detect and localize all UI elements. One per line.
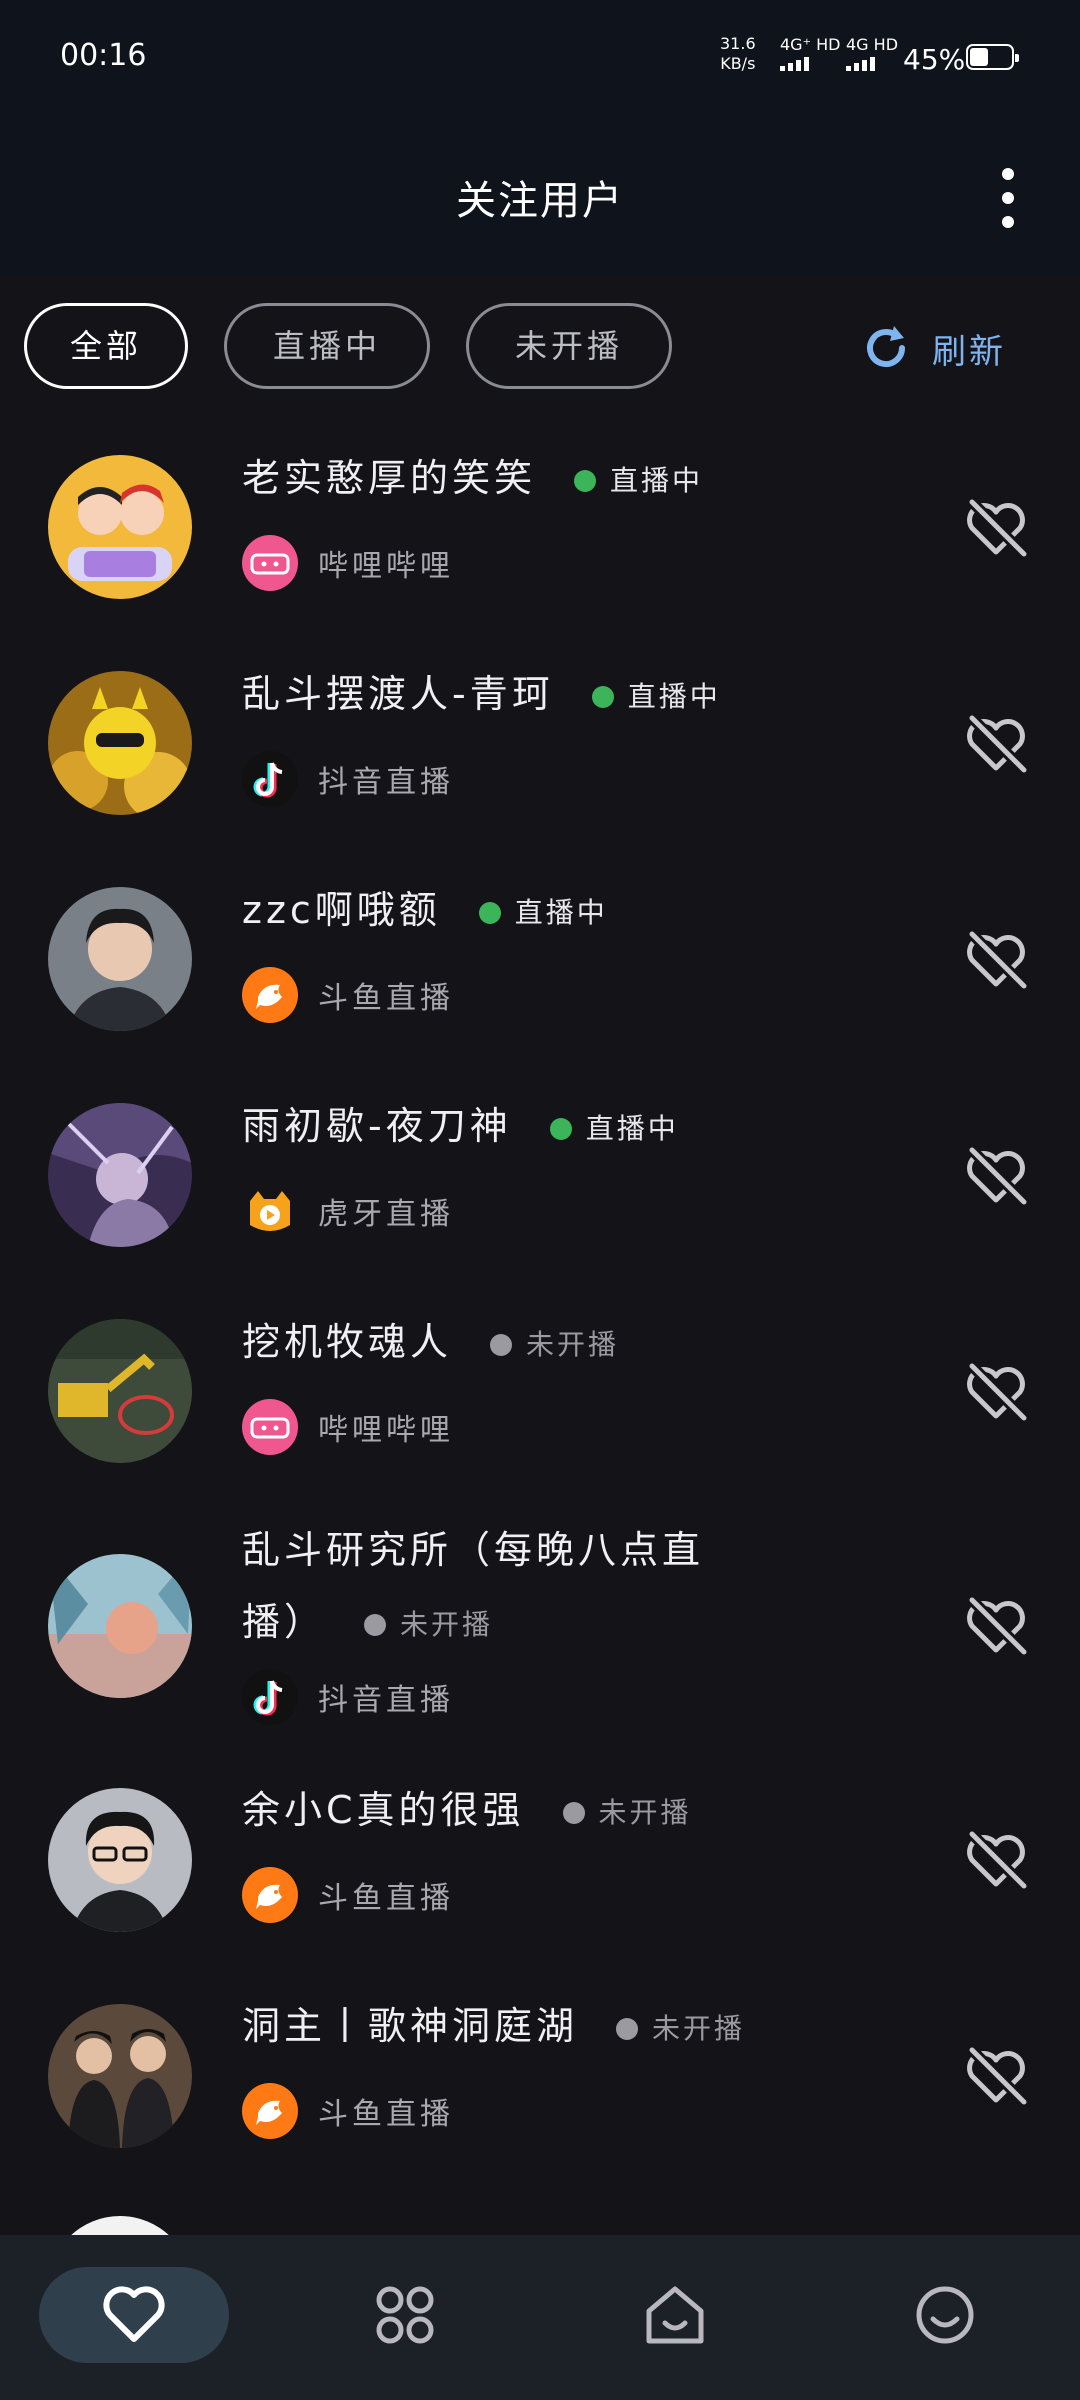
platform-info: 哔哩哔哩 [242,534,454,592]
platform-info: 哔哩哔哩 [242,1398,454,1456]
douyin-icon [242,751,298,807]
net-speed-value: 31.6 [720,34,756,53]
filter-offline-chip[interactable]: 未开播 [466,303,672,389]
unfollow-heart-icon[interactable] [960,2040,1032,2112]
apps-grid-icon [376,2286,434,2344]
list-item[interactable]: 雨初歇-夜刀神 直播中 虎牙直播 [0,1068,1080,1284]
status-time: 00:16 [60,38,147,73]
page-title: 关注用户 [456,178,624,224]
list-item[interactable]: 挖机牧魂人 未开播 哔哩哔哩 [0,1284,1080,1500]
bilibili-icon [242,535,298,591]
streamer-name: zzc啊哦额 直播中 [242,874,608,949]
sim2-signal: 4G HD [846,36,898,71]
bottom-navigation [0,2235,1080,2400]
nav-following[interactable] [39,2267,229,2363]
offline-dot-icon [616,2017,639,2040]
sim1-label: 4G⁺ HD [780,35,841,54]
sim1-signal: 4G⁺ HD [780,36,840,71]
status-badge: 未开播 [616,1993,745,2065]
douyu-icon [242,967,298,1023]
huya-icon [242,1183,298,1239]
net-speed-unit: KB/s [720,54,756,73]
heart-icon [103,2286,165,2342]
live-dot-icon [591,685,614,708]
nav-home[interactable] [580,2267,770,2363]
offline-dot-icon [562,1801,585,1824]
live-dot-icon [478,901,501,924]
unfollow-heart-icon[interactable] [960,1140,1032,1212]
sim2-label: 4G HD [846,35,899,54]
nav-profile[interactable] [850,2267,1040,2363]
unfollow-heart-icon[interactable] [960,1356,1032,1428]
offline-dot-icon [364,1613,387,1636]
app-bar: 关注用户 [0,110,1080,275]
smiley-icon [916,2286,974,2344]
unfollow-heart-icon[interactable] [960,1824,1032,1896]
signal-bars-icon [846,57,898,71]
unfollow-heart-icon[interactable] [960,708,1032,780]
list-item[interactable]: 乱斗摆渡人-青珂 直播中 抖音直播 [0,636,1080,852]
battery-icon [966,44,1019,70]
avatar [48,887,192,1031]
platform-info: 抖音直播 [242,1668,454,1726]
avatar [48,1554,192,1698]
refresh-button[interactable]: 刷新 [858,313,1006,383]
list-item[interactable]: 老实憨厚的笑笑 直播中 哔哩哔哩 [0,420,1080,636]
avatar [48,455,192,599]
douyu-icon [242,2083,298,2139]
avatar [48,2004,192,2148]
status-badge: 未开播 [490,1309,619,1381]
battery-percent: 45% [903,43,966,76]
unfollow-heart-icon[interactable] [960,492,1032,564]
platform-info: 斗鱼直播 [242,1866,454,1924]
status-bar: 00:16 31.6 KB/s 4G⁺ HD 4G HD 45% [0,0,1080,110]
unfollow-heart-icon[interactable] [960,924,1032,996]
avatar [48,671,192,815]
avatar [48,2216,192,2235]
streamer-name: 乱斗摆渡人-青珂 直播中 [242,658,721,733]
status-badge: 直播中 [591,661,721,733]
filter-all-chip[interactable]: 全部 [24,303,188,389]
nav-categories[interactable] [310,2267,500,2363]
douyu-icon [242,1867,298,1923]
live-dot-icon [574,469,597,492]
battery-fill [970,48,988,66]
signal-bars-icon [780,57,840,71]
avatar [48,1788,192,1932]
status-badge: 直播中 [549,1093,679,1165]
refresh-icon [867,326,905,367]
list-item[interactable]: 余小C真的很强 未开播 斗鱼直播 [0,1752,1080,1968]
list-item[interactable]: zzc啊哦额 直播中 斗鱼直播 [0,852,1080,1068]
streamer-name: 雨初歇-夜刀神 直播中 [242,1090,679,1165]
avatar [48,1103,192,1247]
status-badge: 直播中 [574,445,703,517]
net-speed: 31.6 KB/s [720,34,756,74]
more-options-icon[interactable] [993,168,1023,238]
streamer-name: 乱斗研究所（每晚八点直 播） 未开播 [242,1514,704,1661]
filter-bar: 全部 直播中 未开播 刷新 [0,275,1080,420]
platform-info: 斗鱼直播 [242,2082,454,2140]
status-badge: 未开播 [364,1589,493,1661]
streamer-name: 洞主丨歌神洞庭湖 未开播 [242,1990,745,2065]
douyin-icon [242,1669,298,1725]
list-item[interactable]: 乱斗研究所（每晚八点直 播） 未开播 抖音直播 [0,1500,1080,1752]
streamer-name: 老实憨厚的笑笑 直播中 [242,442,703,517]
platform-info: 斗鱼直播 [242,966,454,1024]
platform-info: 抖音直播 [242,750,454,808]
live-dot-icon [549,1117,572,1140]
avatar [48,1319,192,1463]
refresh-label: 刷新 [932,331,1006,372]
status-badge: 直播中 [478,877,608,949]
unfollow-heart-icon[interactable] [960,1590,1032,1662]
list-item[interactable]: 洞主丨歌神洞庭湖 未开播 斗鱼直播 [0,1968,1080,2184]
followed-streamer-list: 老实憨厚的笑笑 直播中 哔哩哔哩 乱斗摆渡人-青珂 直播中 抖音直播 zzc啊哦… [0,420,1080,2235]
bilibili-icon [242,1399,298,1455]
streamer-name: 余小C真的很强 未开播 [242,1774,692,1849]
offline-dot-icon [490,1333,513,1356]
filter-live-chip[interactable]: 直播中 [224,303,430,389]
status-badge: 未开播 [562,1777,692,1849]
platform-info: 虎牙直播 [242,1182,454,1240]
streamer-name: 挖机牧魂人 未开播 [242,1306,619,1381]
home-icon [646,2286,704,2344]
